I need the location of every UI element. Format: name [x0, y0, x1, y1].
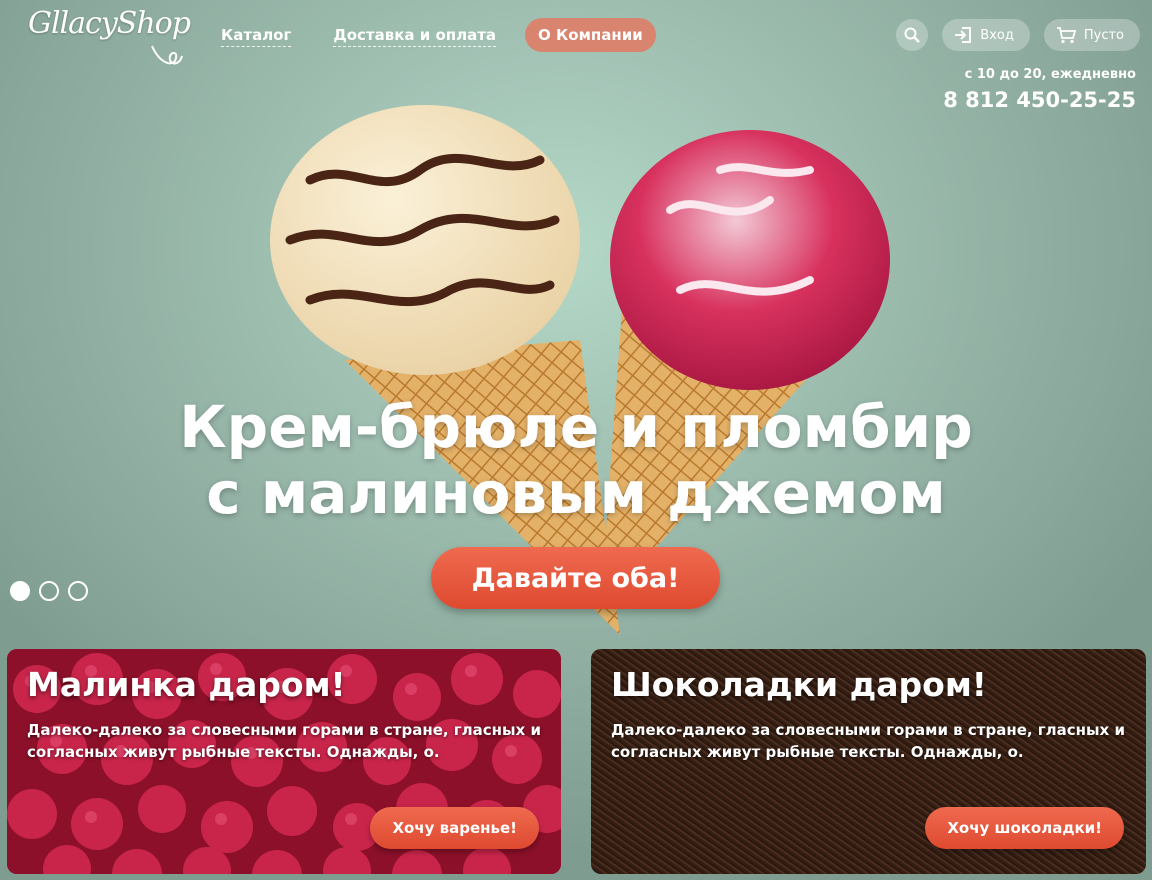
promo-card-chocolate: Шоколадки даром! Далеко-далеко за словес… — [591, 649, 1146, 874]
phone-number[interactable]: 8 812 450-25-25 — [943, 88, 1136, 112]
promo-raspberry-title: Малинка даром! — [27, 665, 346, 704]
nav-catalog[interactable]: Каталог — [208, 18, 304, 52]
hero-cta-button[interactable]: Давайте оба! — [431, 547, 720, 609]
nav-about[interactable]: О Компании — [525, 18, 656, 52]
promo-chocolate-text: Далеко-далеко за словесными горами в стр… — [611, 721, 1125, 761]
promo-chocolate-button[interactable]: Хочу шоколадки! — [925, 807, 1124, 849]
slider-dot-1[interactable] — [10, 581, 30, 601]
cart-icon — [1056, 26, 1076, 43]
working-hours: с 10 до 20, ежедневно — [964, 67, 1136, 82]
search-button[interactable] — [896, 19, 929, 51]
promo-raspberry-text: Далеко-далеко за словесными горами в стр… — [27, 721, 541, 761]
slider-dot-3[interactable] — [68, 581, 88, 601]
login-label: Вход — [980, 27, 1014, 43]
logo[interactable]: GllacyShop — [28, 6, 191, 41]
cart-label: Пусто — [1083, 27, 1124, 43]
nav-delivery[interactable]: Доставка и оплата — [320, 18, 509, 52]
slider-dot-2[interactable] — [39, 581, 59, 601]
nav-delivery-label: Доставка и оплата — [333, 26, 497, 47]
slider-pagination — [10, 581, 97, 601]
hero-title-line2: с малиновым джемом — [206, 459, 946, 527]
nav-catalog-label: Каталог — [221, 26, 292, 47]
main-nav: Каталог Доставка и оплата О Компании — [208, 18, 672, 52]
cart-button[interactable]: Пусто — [1043, 19, 1140, 51]
promo-raspberry-button[interactable]: Хочу варенье! — [370, 807, 539, 849]
search-icon — [904, 27, 921, 43]
logo-swirl-icon — [151, 45, 183, 65]
promo-chocolate-title: Шоколадки даром! — [611, 665, 987, 704]
nav-about-label: О Компании — [538, 26, 643, 44]
login-button[interactable]: Вход — [942, 19, 1030, 51]
header-actions: Вход Пусто — [896, 19, 1140, 51]
promo-card-raspberry: Малинка даром! Далеко-далеко за словесны… — [7, 649, 561, 874]
hero-title: Крем-брюле и пломбир с малиновым джемом — [0, 394, 1152, 526]
hero-title-line1: Крем-брюле и пломбир — [179, 393, 973, 461]
login-icon — [955, 27, 972, 43]
